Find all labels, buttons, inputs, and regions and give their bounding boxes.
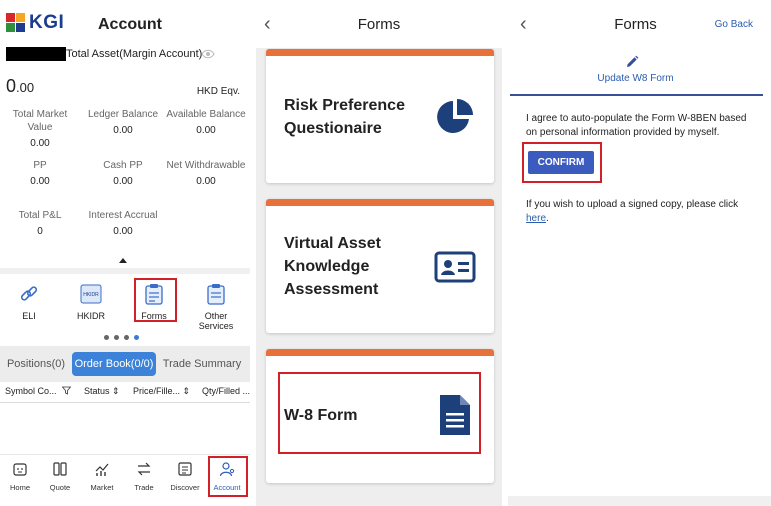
pager-dot[interactable]: [124, 335, 129, 340]
account-screen: KGI Account Total Asset(Margin Account) …: [0, 0, 250, 506]
total-asset-label: Total Asset(Margin Account): [66, 48, 203, 60]
metric-net-withdrawable: Net Withdrawable 0.00: [166, 160, 246, 187]
forms-header: ‹ Forms: [256, 0, 502, 48]
card-accent-bar: [266, 349, 494, 356]
metric-available-balance: Available Balance 0.00: [166, 109, 246, 136]
agreement-text: I agree to auto-populate the Form W-8BEN…: [526, 113, 747, 138]
form-card-risk-preference[interactable]: Risk Preference Questionaire: [266, 49, 494, 183]
tab-order-book[interactable]: Order Book(0/0): [72, 352, 156, 376]
highlight-w8-form: [278, 372, 481, 454]
clipboard-list-icon: [207, 284, 225, 305]
sort-icon: ⇕: [112, 386, 120, 396]
upload-instructions: If you wish to upload a signed copy, ple…: [526, 198, 754, 226]
col-status[interactable]: Status ⇕: [84, 386, 120, 397]
collapse-caret-icon[interactable]: [119, 258, 127, 263]
nav-home[interactable]: Home: [0, 461, 40, 492]
sort-icon: ⇕: [182, 386, 191, 396]
discover-icon: [178, 462, 192, 476]
redacted-account-number: [6, 47, 66, 61]
highlight-forms: [134, 278, 177, 322]
nav-label: Home: [9, 483, 30, 492]
currency-label: HKD Eqv.: [196, 86, 240, 97]
trade-icon: [137, 462, 151, 476]
period: .: [546, 213, 549, 224]
tab-update-w8-form[interactable]: Update W8 Form: [508, 73, 763, 84]
go-back-link[interactable]: Go Back: [715, 19, 753, 30]
metric-cash-pp: Cash PP 0.00: [103, 160, 143, 187]
section-divider: [0, 268, 250, 274]
nav-label: Market: [90, 483, 114, 492]
tab-trade-summary[interactable]: Trade Summary: [160, 352, 244, 376]
card-title: Risk Preference Questionaire: [284, 97, 405, 137]
pager-dots: [104, 335, 139, 340]
hkidr-icon: HKIDR: [80, 284, 102, 304]
link-icon: [20, 286, 38, 301]
highlight-account: [208, 456, 248, 497]
svg-text:HKIDR: HKIDR: [83, 292, 99, 298]
metric-total-pl: Total P&L 0: [18, 210, 62, 237]
market-icon: [95, 463, 109, 476]
tab-underline: [510, 94, 763, 96]
metric-total-market-value: Total Market Value 0.00: [12, 109, 68, 149]
order-tabs: Positions(0) Order Book(0/0) Trade Summa…: [0, 346, 250, 382]
card-accent-bar: [266, 199, 494, 206]
nav-market[interactable]: Market: [82, 461, 122, 492]
nav-trade[interactable]: Trade: [124, 461, 164, 492]
metric-interest-accrual: Interest Accrual 0.00: [88, 210, 158, 237]
eye-icon[interactable]: [201, 47, 215, 61]
upload-here-link[interactable]: here: [526, 213, 546, 224]
total-balance: 0.00: [6, 76, 35, 96]
nav-label: Quote: [49, 483, 71, 492]
upload-text: If you wish to upload a signed copy, ple…: [526, 199, 739, 210]
nav-discover[interactable]: Discover: [165, 461, 205, 492]
shortcut-label: Other Services: [198, 311, 234, 331]
account-header: KGI Account: [0, 0, 250, 48]
tab-positions[interactable]: Positions(0): [4, 352, 68, 376]
shortcut-other-services[interactable]: Other Services: [190, 283, 242, 331]
bottom-strip: [508, 496, 771, 506]
metric-ledger-balance: Ledger Balance 0.00: [87, 109, 159, 136]
pager-dot[interactable]: [114, 335, 119, 340]
pie-chart-icon: [437, 99, 473, 133]
home-icon: [13, 463, 27, 476]
nav-quote[interactable]: Quote: [40, 461, 80, 492]
metric-pp: PP 0.00: [30, 160, 50, 187]
shortcut-label: HKIDR: [76, 311, 105, 321]
id-card-icon: [434, 251, 476, 283]
nav-label: Trade: [134, 483, 154, 492]
col-symbol[interactable]: Symbol Co...: [5, 386, 72, 396]
table-header-divider: [0, 402, 250, 403]
shortcut-hkidr[interactable]: HKIDR HKIDR: [65, 283, 117, 321]
quote-icon: [53, 462, 67, 476]
pager-dot-active[interactable]: [134, 335, 139, 340]
col-qty[interactable]: Qty/Filled ...: [202, 386, 250, 396]
card-accent-bar: [266, 49, 494, 56]
form-card-virtual-asset[interactable]: Virtual Asset Knowledge Assessment: [266, 199, 494, 333]
w8-header: ‹ Forms Go Back: [508, 0, 771, 48]
page-title: Forms: [357, 16, 401, 33]
forms-screen: ‹ Forms Risk Preference Questionaire Vir…: [256, 0, 502, 506]
card-title: Virtual Asset Knowledge Assessment: [284, 235, 381, 298]
shortcut-eli[interactable]: ELI: [3, 283, 55, 321]
highlight-confirm: [522, 142, 602, 183]
col-price[interactable]: Price/Fille... ⇕: [133, 386, 190, 397]
pencil-icon: [627, 55, 639, 67]
page-title: Account: [98, 16, 162, 33]
w8-screen: ‹ Forms Go Back Update W8 Form I agree t…: [508, 0, 771, 506]
filter-icon[interactable]: [61, 386, 72, 395]
shortcut-label: ELI: [22, 311, 36, 321]
nav-label: Discover: [170, 483, 200, 492]
pager-dot[interactable]: [104, 335, 109, 340]
